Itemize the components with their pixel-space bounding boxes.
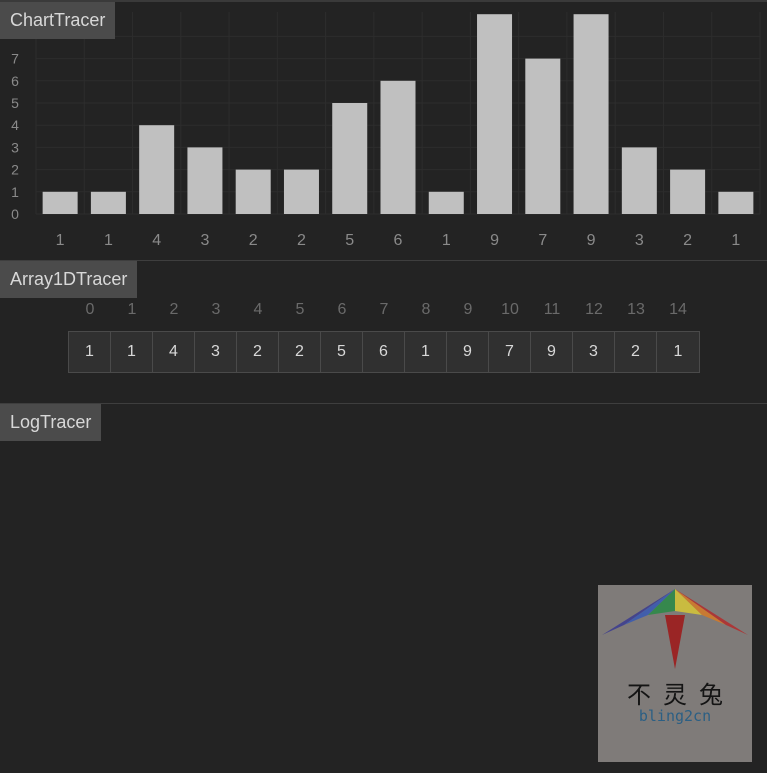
x-tick-label: 3	[200, 232, 209, 249]
bar	[90, 191, 126, 214]
array-cell: 7	[489, 332, 531, 372]
array-cell: 1	[69, 332, 111, 372]
bar	[477, 14, 513, 215]
array-index-row: 0 1 2 3 4 5 6 7 8 9 10 11 12 13 14	[69, 301, 699, 321]
x-tick-label: 2	[297, 232, 306, 249]
bar	[139, 125, 175, 214]
array-index: 0	[85, 301, 95, 318]
x-tick-label: 5	[345, 232, 354, 249]
bar	[718, 191, 754, 214]
array-cell: 5	[321, 332, 363, 372]
array-cell: 1	[657, 332, 699, 372]
bar	[187, 147, 223, 214]
bar	[235, 169, 271, 214]
bar	[525, 58, 561, 214]
y-tick-label: 7	[11, 51, 19, 67]
array-cell: 3	[573, 332, 615, 372]
array-index: 5	[295, 301, 305, 318]
array-cell: 2	[237, 332, 279, 372]
array-cell: 2	[279, 332, 321, 372]
watermark-logo: 不灵兔 bling2cn	[598, 585, 752, 762]
x-tick-label: 3	[635, 232, 644, 249]
x-tick-label: 6	[394, 232, 403, 249]
bar	[380, 80, 416, 214]
array-index: 11	[543, 301, 561, 318]
x-tick-label: 4	[152, 232, 161, 249]
x-tick-label: 7	[538, 232, 547, 249]
bar	[573, 14, 609, 215]
bar	[283, 169, 319, 214]
x-tick-label: 2	[249, 232, 258, 249]
array-cell: 9	[531, 332, 573, 372]
y-tick-label: 4	[11, 117, 19, 133]
y-tick-label: 3	[11, 139, 19, 155]
bar	[621, 147, 657, 214]
array-index: 7	[379, 301, 389, 318]
array-index: 14	[669, 301, 687, 318]
y-tick-label: 0	[11, 206, 19, 222]
watermark-chars: 不灵兔	[627, 681, 735, 709]
array-index: 13	[627, 301, 645, 318]
y-tick-label: 1	[11, 184, 19, 200]
log-tracer-panel: LogTracer 不灵兔 bling2cn	[0, 404, 767, 773]
x-tick-label: 1	[56, 232, 65, 249]
array-cell: 3	[195, 332, 237, 372]
watermark-text: bling2cn	[638, 707, 712, 725]
array1d-tracer-title: Array1DTracer	[0, 261, 138, 298]
bar	[332, 103, 368, 214]
array-cell: 6	[363, 332, 405, 372]
array-index: 10	[501, 301, 519, 318]
chart-tracer-title: ChartTracer	[0, 2, 116, 39]
x-tick-label: 9	[490, 232, 499, 249]
bar-chart: 0 1 2 3 4 5 6 7 1 1 4 3 2 2 5 6 1 9 7 9 3 2 1	[11, 12, 761, 249]
array-cell: 9	[447, 332, 489, 372]
x-tick-label: 1	[442, 232, 451, 249]
array-cell: 4	[153, 332, 195, 372]
array-index: 9	[463, 301, 473, 318]
array1d-tracer-panel: Array1DTracer 0 1 2 3 4 5 6 7 8 9 10 11 12 13 14 11432…	[0, 261, 767, 403]
kite-icon	[602, 589, 748, 669]
array-index: 1	[127, 301, 137, 318]
x-tick-label: 1	[104, 232, 113, 249]
array-cell: 2	[615, 332, 657, 372]
array-value-row: 114322561979321	[68, 331, 700, 373]
array-index: 12	[585, 301, 603, 318]
array-index: 6	[337, 301, 347, 318]
array-cell: 1	[111, 332, 153, 372]
y-tick-label: 2	[11, 162, 19, 178]
bar	[428, 191, 464, 214]
kite-tail	[665, 615, 685, 669]
array-index: 8	[421, 301, 431, 318]
x-tick-label: 2	[683, 232, 692, 249]
array-index: 4	[253, 301, 263, 318]
bar	[670, 169, 706, 214]
y-tick-label: 6	[11, 73, 19, 89]
y-tick-label: 5	[11, 95, 19, 111]
tracer-app: ChartTracer 01234567114322561979321 Arra…	[0, 0, 767, 773]
chart-tracer-panel: ChartTracer 0 1 2 3 4 5 6 7 1 1 4 3 2 2 5 6 1 9 7 9 3 2 1	[0, 2, 767, 260]
array-index: 3	[211, 301, 221, 318]
x-tick-label: 9	[587, 232, 596, 249]
log-tracer-title: LogTracer	[0, 404, 102, 441]
x-tick-label: 1	[731, 232, 740, 249]
bar	[42, 191, 78, 214]
array-index: 2	[169, 301, 179, 318]
array-cell: 1	[405, 332, 447, 372]
